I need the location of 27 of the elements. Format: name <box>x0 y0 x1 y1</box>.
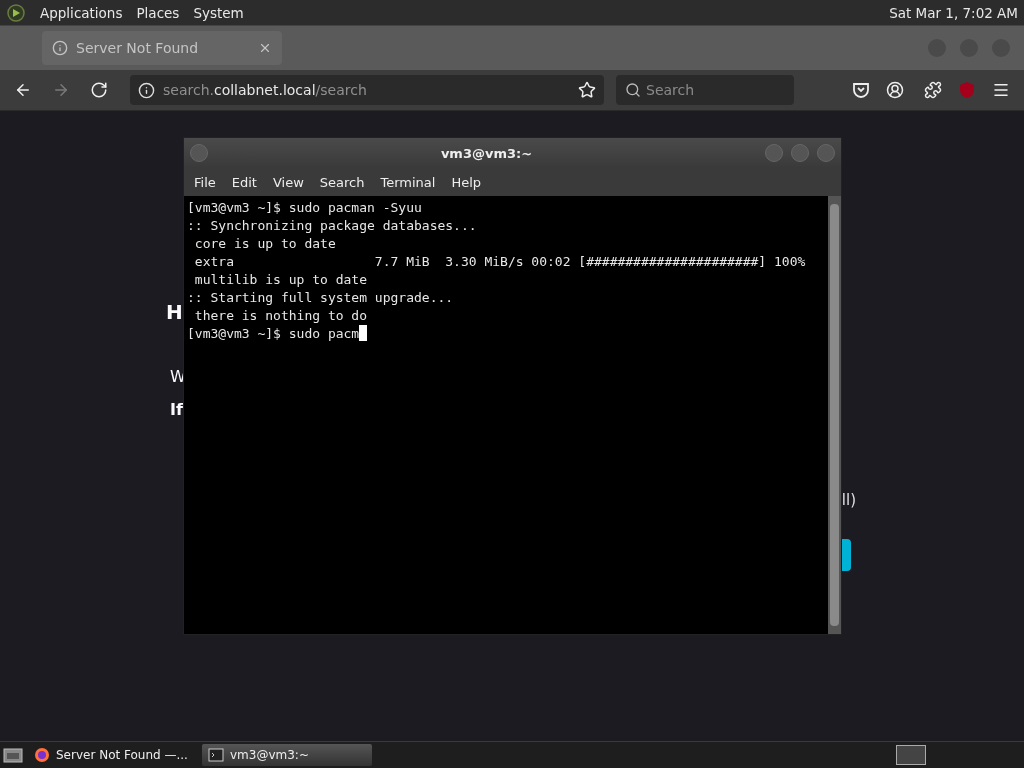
panel-menu[interactable]: Applications <box>40 4 123 21</box>
page-heading: H <box>166 299 183 326</box>
menu-item[interactable]: Edit <box>225 172 263 192</box>
page-text: ll) <box>841 491 856 509</box>
terminal-line: extra 7.7 MiB 3.30 MiB/s 00:02 [######################] 100% <box>193 254 806 269</box>
terminal-line: multilib is up to date <box>193 272 367 287</box>
terminal-line: :: Synchronizing package databases... <box>187 218 477 233</box>
page-text: If <box>170 400 183 419</box>
menu-item[interactable]: Terminal <box>374 172 442 192</box>
taskbar-task[interactable]: vm3@vm3:~ <box>202 744 372 766</box>
panel-menu[interactable]: Places <box>136 4 180 21</box>
panel-menu[interactable]: System <box>193 4 244 21</box>
menu-item[interactable]: File <box>188 172 222 192</box>
menu-item[interactable]: Help <box>445 172 488 192</box>
menu-item[interactable]: Search <box>313 172 371 192</box>
terminal-line: there is nothing to do <box>193 308 367 323</box>
terminal-line: [vm3@vm3 ~]$ sudo pacman -Syuu <box>187 200 422 215</box>
window-title: vm3@vm3:~ <box>439 145 534 161</box>
terminal-line: core is up to date <box>193 236 336 251</box>
url-field[interactable]: search.collabnet.local/search <box>130 75 604 105</box>
clock: Sat Mar 1, 7:02 AM <box>889 4 1018 21</box>
search-field[interactable]: Search <box>616 75 794 105</box>
terminal-line: [vm3@vm3 ~]$ sudo pacm <box>187 326 360 341</box>
menu-item[interactable]: View <box>266 172 310 192</box>
terminal-line: :: Starting full system upgrade... <box>187 290 454 305</box>
url-text: search.collabnet.local/search <box>163 82 368 98</box>
taskbar-task[interactable]: Server Not Found —... <box>28 744 198 766</box>
